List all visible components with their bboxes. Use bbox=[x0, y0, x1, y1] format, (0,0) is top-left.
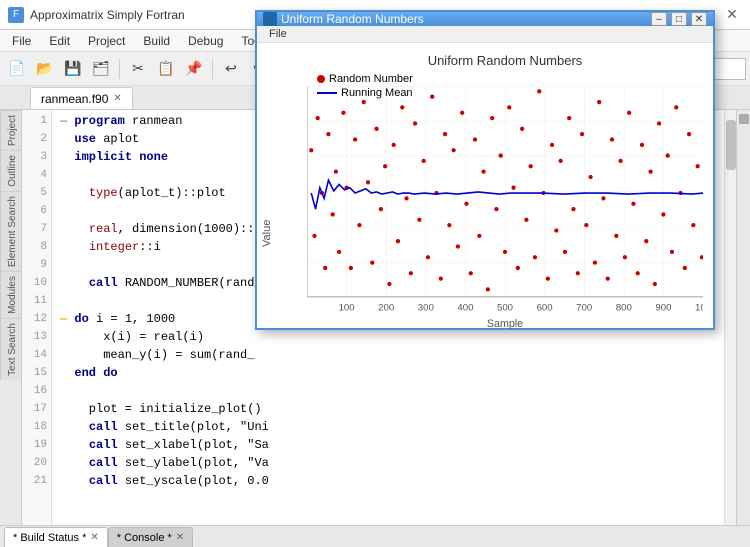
plot-window[interactable]: Uniform Random Numbers – □ ✕ File Unifor… bbox=[255, 10, 715, 330]
plot-menu-bar: File bbox=[257, 26, 713, 43]
save-button[interactable]: 💾 bbox=[60, 56, 86, 82]
sidebar-panel-modules[interactable]: Modules bbox=[0, 271, 21, 318]
svg-text:700: 700 bbox=[576, 303, 592, 314]
y-axis-label: Value bbox=[261, 203, 273, 263]
app-icon: F bbox=[8, 7, 24, 23]
plot-close-button[interactable]: ✕ bbox=[691, 12, 707, 26]
code-line: call set_yscale(plot, 0.0 bbox=[60, 472, 728, 490]
tab-close-icon[interactable]: ✕ bbox=[113, 93, 121, 104]
scrollbar-v[interactable] bbox=[724, 110, 736, 525]
open-button[interactable]: 📂 bbox=[32, 56, 58, 82]
sidebar-panel-text[interactable]: Text Search bbox=[0, 318, 21, 380]
plot-title-bar[interactable]: Uniform Random Numbers – □ ✕ bbox=[257, 12, 713, 26]
bottom-panel: * Build Status * ✕ * Console * ✕ =======… bbox=[0, 525, 750, 547]
menu-file[interactable]: File bbox=[4, 32, 39, 50]
close-button[interactable]: ✕ bbox=[722, 5, 742, 25]
legend-random-label: Random Number bbox=[329, 73, 413, 85]
save-all-button[interactable]: 🗂 bbox=[88, 56, 114, 82]
line-numbers: 123456 7891011 1213141516 1718192021 bbox=[22, 110, 52, 525]
code-line: end do bbox=[60, 364, 728, 382]
tab-label: ranmean.f90 bbox=[41, 92, 108, 106]
copy-button[interactable]: 📋 bbox=[153, 56, 179, 82]
app-title: Approximatrix Simply Fortran bbox=[30, 8, 185, 22]
svg-text:800: 800 bbox=[616, 303, 632, 314]
bottom-tab-bar: * Build Status * ✕ * Console * ✕ bbox=[0, 526, 750, 547]
toolbar-sep1 bbox=[119, 59, 120, 79]
svg-text:100: 100 bbox=[339, 303, 355, 314]
plot-win-controls: – □ ✕ bbox=[651, 12, 707, 26]
right-sidebar-handle bbox=[739, 114, 749, 124]
code-line: plot = initialize_plot() bbox=[60, 400, 728, 418]
code-line: call set_ylabel(plot, "Va bbox=[60, 454, 728, 472]
chart-legend: Random Number Running Mean bbox=[317, 73, 413, 99]
build-tab-close[interactable]: ✕ bbox=[90, 532, 98, 543]
svg-text:900: 900 bbox=[655, 303, 671, 314]
plot-title-label: Uniform Random Numbers bbox=[281, 12, 424, 26]
right-sidebar bbox=[736, 110, 750, 525]
code-line: call set_xlabel(plot, "Sa bbox=[60, 436, 728, 454]
plot-minimize-button[interactable]: – bbox=[651, 12, 667, 26]
tab-ranmean-f90[interactable]: ranmean.f90 ✕ bbox=[30, 87, 133, 109]
plot-area: Uniform Random Numbers Random Number Run… bbox=[257, 43, 713, 363]
legend-random-number: Random Number bbox=[317, 73, 413, 85]
svg-text:600: 600 bbox=[537, 303, 553, 314]
menu-build[interactable]: Build bbox=[135, 32, 178, 50]
build-status-tab-label: * Build Status * bbox=[13, 532, 86, 544]
cut-button[interactable]: ✂ bbox=[125, 56, 151, 82]
console-tab-label: * Console * bbox=[117, 532, 172, 544]
plot-maximize-button[interactable]: □ bbox=[671, 12, 687, 26]
console-tab-close[interactable]: ✕ bbox=[176, 532, 184, 543]
plot-window-icon bbox=[263, 12, 277, 26]
toolbar-sep2 bbox=[212, 59, 213, 79]
svg-text:200: 200 bbox=[378, 303, 394, 314]
code-line bbox=[60, 382, 728, 400]
menu-edit[interactable]: Edit bbox=[41, 32, 78, 50]
legend-random-dot bbox=[317, 75, 325, 83]
code-line: call set_title(plot, "Uni bbox=[60, 418, 728, 436]
svg-text:100: 100 bbox=[695, 303, 703, 314]
sidebar-panel-project[interactable]: Project bbox=[0, 110, 21, 150]
paste-button[interactable]: 📌 bbox=[181, 56, 207, 82]
chart-svg: 0.0 0.2 0.4 0.6 0.8 1.0 1.2 100 200 300 … bbox=[307, 74, 703, 344]
tab-console[interactable]: * Console * ✕ bbox=[108, 527, 193, 547]
svg-text:400: 400 bbox=[457, 303, 473, 314]
title-bar-left: F Approximatrix Simply Fortran bbox=[8, 7, 185, 23]
tab-build-status[interactable]: * Build Status * ✕ bbox=[4, 527, 108, 547]
app-window: F Approximatrix Simply Fortran – □ ✕ Fil… bbox=[0, 0, 750, 547]
svg-text:Sample: Sample bbox=[487, 318, 523, 330]
menu-debug[interactable]: Debug bbox=[180, 32, 231, 50]
sidebar-panel-outline[interactable]: Outline bbox=[0, 150, 21, 191]
chart-title: Uniform Random Numbers bbox=[307, 53, 703, 68]
svg-text:500: 500 bbox=[497, 303, 513, 314]
legend-mean-label: Running Mean bbox=[341, 87, 413, 99]
left-sidebar: Project Outline Element Search Modules T… bbox=[0, 110, 22, 525]
plot-menu-file[interactable]: File bbox=[261, 26, 295, 42]
svg-text:300: 300 bbox=[418, 303, 434, 314]
sidebar-panel-element[interactable]: Element Search bbox=[0, 191, 21, 271]
legend-mean-line bbox=[317, 92, 337, 94]
plot-title-content: Uniform Random Numbers bbox=[263, 12, 424, 26]
legend-running-mean: Running Mean bbox=[317, 87, 413, 99]
new-button[interactable]: 📄 bbox=[4, 56, 30, 82]
scrollbar-thumb bbox=[726, 120, 736, 170]
menu-project[interactable]: Project bbox=[80, 32, 133, 50]
undo-button[interactable]: ↩ bbox=[218, 56, 244, 82]
